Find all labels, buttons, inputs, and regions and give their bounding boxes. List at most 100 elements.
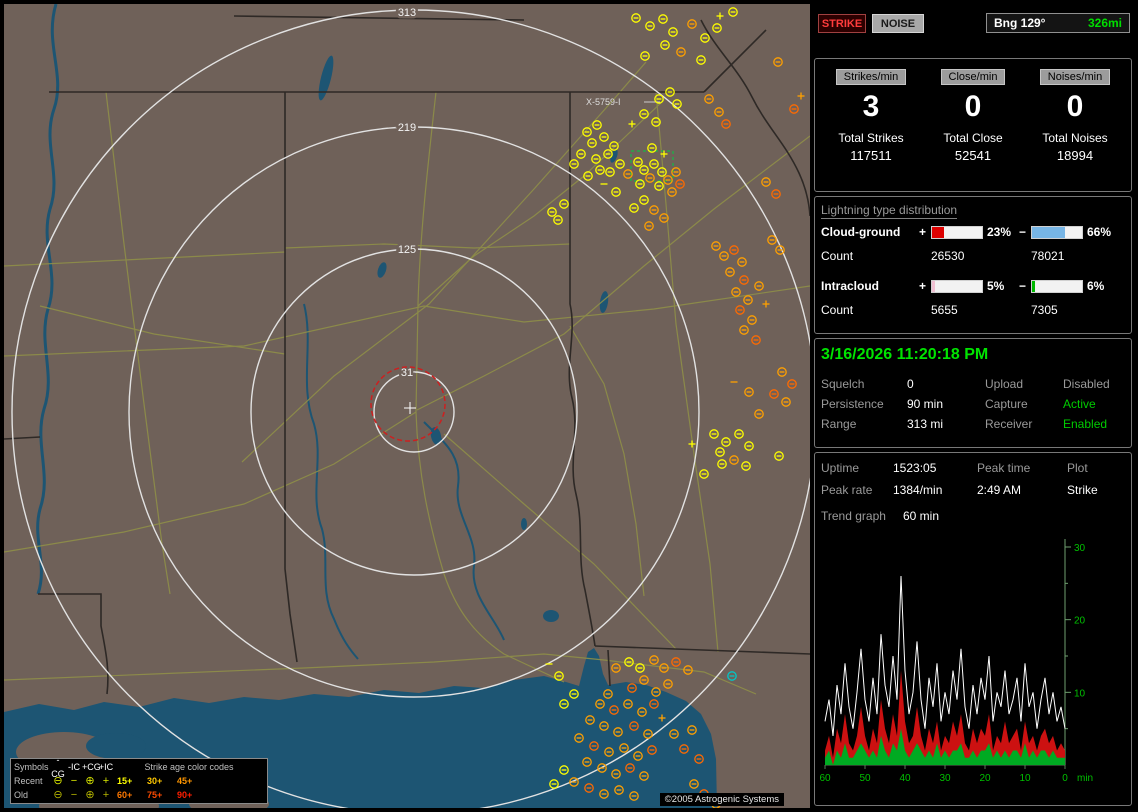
noises-per-min-chip: Noises/min	[1040, 69, 1110, 85]
age-90: 90+	[177, 788, 204, 802]
storm-marker-label: X-5759-I	[586, 97, 621, 107]
noises-per-min-column: Noises/min 0 Total Noises 18994	[1025, 67, 1125, 163]
total-noises-value: 18994	[1025, 148, 1125, 163]
cg-positive-gauge	[931, 226, 983, 239]
cloud-ground-label: Cloud-ground	[821, 225, 900, 239]
svg-text:10: 10	[1074, 688, 1086, 699]
age-75: 75+	[147, 788, 174, 802]
svg-text:30: 30	[939, 773, 951, 784]
minus-icon: −	[66, 788, 82, 802]
circle-plus-icon: ⊕	[82, 788, 98, 802]
uptime-label: Uptime	[821, 461, 859, 475]
minus-sign: −	[1019, 225, 1026, 239]
peak-rate-label: Peak rate	[821, 483, 872, 497]
plus-icon: +	[98, 788, 114, 802]
legend-col-pos-cg: +CG	[82, 760, 98, 774]
control-panel: STRIKE NOISE Bng 129° 326mi Strikes/min …	[812, 0, 1138, 812]
legend-old-label: Old	[14, 788, 50, 802]
svg-text:40: 40	[899, 773, 911, 784]
plus-icon: +	[98, 774, 114, 788]
plot-value: Strike	[1067, 483, 1098, 497]
close-per-min-value: 0	[923, 89, 1023, 125]
distribution-box: Lightning type distribution Cloud-ground…	[814, 196, 1132, 334]
noises-per-min-value: 0	[1025, 89, 1125, 125]
legend-old-row: Old ⊖ − ⊕ + 60+ 75+ 90+	[14, 788, 264, 802]
peak-time-value: 2:49 AM	[977, 483, 1021, 497]
total-strikes-label: Total Strikes	[821, 131, 921, 145]
legend-symbols-label: Symbols	[14, 760, 50, 774]
persistence-value: 90 min	[907, 397, 943, 411]
intracloud-row: Intracloud + 5% − 6%	[815, 279, 1131, 294]
ic-negative-gauge	[1031, 280, 1083, 293]
minus-sign: −	[1019, 279, 1026, 293]
count-label: Count	[821, 303, 853, 317]
strike-mode-button[interactable]: STRIKE	[818, 14, 866, 33]
bearing-readout: Bng 129° 326mi	[986, 13, 1130, 33]
svg-text:0: 0	[1062, 773, 1068, 784]
ic-positive-gauge	[931, 280, 983, 293]
status-box: 3/16/2026 11:20:18 PM Squelch 0 Upload D…	[814, 338, 1132, 448]
svg-text:10: 10	[1019, 773, 1031, 784]
ring-label-219: 219	[398, 122, 416, 134]
map-view[interactable]: 313 219 125 31 X-5759-I Symbols -CG -IC …	[4, 4, 810, 808]
legend-col-neg-ic: -IC	[66, 760, 82, 774]
cg-positive-pct: 23%	[987, 225, 1011, 239]
rates-box: Strikes/min 3 Total Strikes 117511 Close…	[814, 58, 1132, 192]
minus-icon: −	[66, 774, 82, 788]
trend-graph-label: Trend graph	[821, 509, 886, 523]
legend-recent-label: Recent	[14, 774, 50, 788]
total-noises-label: Total Noises	[1025, 131, 1125, 145]
total-strikes-value: 117511	[821, 148, 921, 163]
legend-col-pos-ic: +IC	[98, 760, 114, 774]
ic-negative-count: 7305	[1031, 303, 1058, 317]
cg-negative-count: 78021	[1031, 249, 1064, 263]
age-60: 60+	[117, 788, 144, 802]
ic-count-row: Count 5655 7305	[815, 303, 1131, 318]
squelch-row: Squelch 0 Upload Disabled	[815, 377, 1131, 395]
ic-positive-pct: 5%	[987, 279, 1004, 293]
trend-graph-window: 60 min	[903, 509, 939, 523]
ic-negative-pct: 6%	[1087, 279, 1104, 293]
capture-label: Capture	[985, 397, 1028, 411]
cg-negative-gauge	[1031, 226, 1083, 239]
copyright-text: ©2005 Astrogenic Systems	[660, 793, 784, 806]
age-45: 45+	[177, 774, 204, 788]
upload-status: Disabled	[1063, 377, 1110, 391]
strikes-per-min-column: Strikes/min 3 Total Strikes 117511	[821, 67, 921, 163]
plus-sign: +	[919, 225, 926, 239]
range-value: 313 mi	[907, 417, 943, 431]
circle-minus-icon: ⊖	[50, 774, 66, 788]
trend-graph: 1020306050403020100min	[817, 531, 1129, 795]
ring-label-31: 31	[401, 367, 413, 379]
range-label: Range	[821, 417, 856, 431]
uptime-value: 1523:05	[893, 461, 936, 475]
noise-mode-button[interactable]: NOISE	[872, 14, 924, 33]
count-label: Count	[821, 249, 853, 263]
datetime-display: 3/16/2026 11:20:18 PM	[821, 346, 988, 364]
age-30: 30+	[147, 774, 174, 788]
trend-box: Uptime 1523:05 Peak time Plot Peak rate …	[814, 452, 1132, 806]
legend-age-header: Strike age color codes	[114, 760, 264, 774]
cg-positive-count: 26530	[931, 249, 964, 263]
persistence-row: Persistence 90 min Capture Active	[815, 397, 1131, 415]
close-per-min-column: Close/min 0 Total Close 52541	[923, 67, 1023, 163]
ic-positive-count: 5655	[931, 303, 958, 317]
ring-label-125: 125	[398, 244, 416, 256]
circle-minus-icon: ⊖	[50, 788, 66, 802]
distribution-header: Lightning type distribution	[821, 203, 957, 219]
app-window: 313 219 125 31 X-5759-I Symbols -CG -IC …	[0, 0, 1138, 812]
close-per-min-chip: Close/min	[941, 69, 1006, 85]
strikes-per-min-chip: Strikes/min	[836, 69, 906, 85]
svg-text:min: min	[1077, 773, 1093, 784]
capture-status: Active	[1063, 397, 1096, 411]
svg-text:20: 20	[1074, 616, 1086, 627]
squelch-value: 0	[907, 377, 914, 391]
strikes-per-min-value: 3	[821, 89, 921, 125]
receiver-label: Receiver	[985, 417, 1032, 431]
intracloud-label: Intracloud	[821, 279, 879, 293]
legend-header-row: Symbols -CG -IC +CG +IC Strike age color…	[14, 760, 264, 774]
lake-pontchartrain	[86, 733, 146, 759]
cloud-ground-row: Cloud-ground + 23% − 66%	[815, 225, 1131, 240]
svg-text:20: 20	[979, 773, 991, 784]
squelch-label: Squelch	[821, 377, 864, 391]
